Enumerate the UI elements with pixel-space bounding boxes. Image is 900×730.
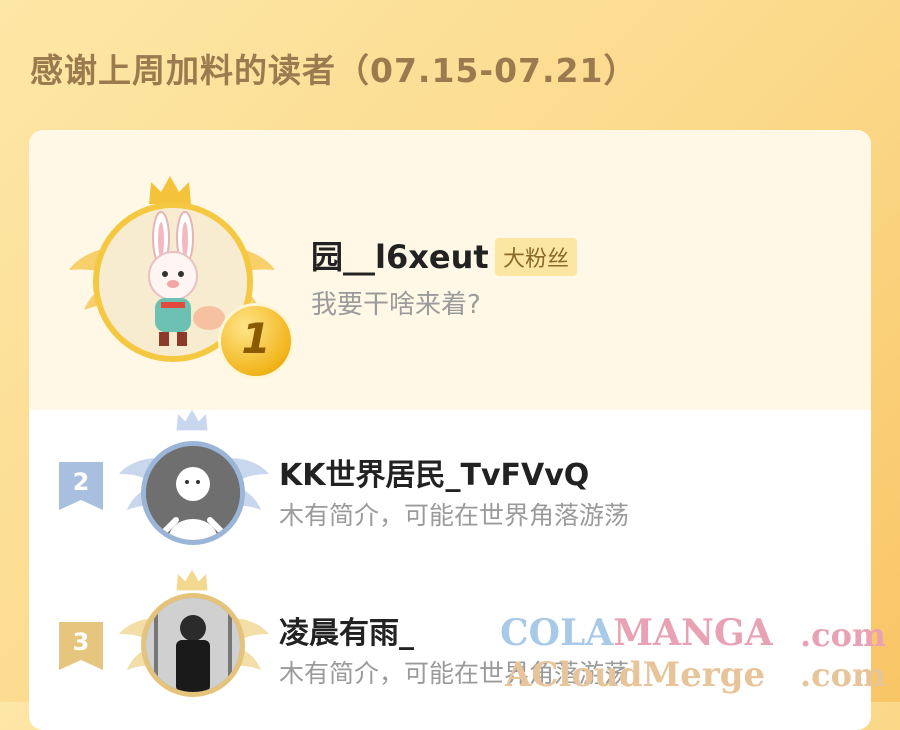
status-badge: 大粉丝 [495,238,578,276]
reader-row-1[interactable]: 1 园__l6xeut 大粉丝 我要干啥来着? [29,130,871,410]
reader-bio: 木有简介，可能在世界角落游荡 [279,501,630,530]
rank-number: 3 [72,628,90,656]
reader-bio: 木有简介，可能在世界角落游荡 [279,659,630,688]
page-title: 感谢上周加料的读者（07.15-07.21） [30,51,638,90]
rank-1-medal: 1 [221,306,291,376]
crown-icon [149,176,191,204]
reader-name[interactable]: 园__l6xeut [311,232,489,278]
reader-row-3[interactable]: 3 凌晨有雨_ 木有简介，可能在世界角落游荡 [29,569,871,730]
crown-bronze-icon [176,569,208,591]
crown-silver-icon [176,409,208,431]
default-user-icon [146,446,240,540]
reader-row-2[interactable]: 2 KK世界居民_TvFVvQ 木有简介，可能在世界角落游荡 [29,409,871,570]
reader-name[interactable]: KK世界居民_TvFVvQ [279,450,589,494]
rank-number: 2 [72,468,90,496]
avatar[interactable] [146,446,240,540]
reader-name[interactable]: 凌晨有雨_ [279,608,414,652]
reader-bio: 我要干啥来着? [311,290,481,320]
photo-avatar-icon [146,598,240,692]
avatar[interactable] [146,598,240,692]
reader-list-card: 1 园__l6xeut 大粉丝 我要干啥来着? 2 KK世界居民_TvFVvQ … [29,130,871,730]
